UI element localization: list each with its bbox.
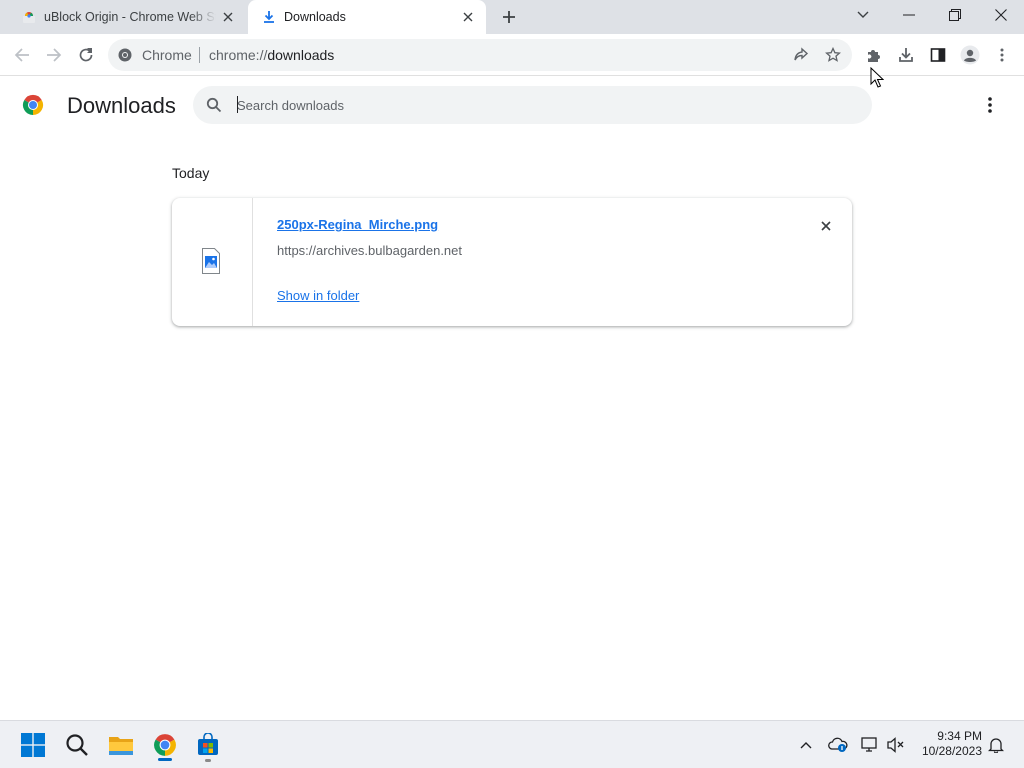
file-name-link[interactable]: 250px-Regina_Mirche.png	[277, 217, 438, 232]
more-actions-icon[interactable]	[980, 95, 1000, 115]
image-file-icon	[202, 248, 220, 274]
separator	[199, 47, 200, 63]
search-downloads-box[interactable]	[193, 86, 872, 124]
tab-search-chevron-down-icon[interactable]	[840, 0, 886, 30]
extensions-puzzle-icon[interactable]	[862, 43, 886, 67]
speaker-muted-icon[interactable]	[886, 735, 906, 755]
back-button[interactable]	[10, 43, 34, 67]
url-scheme: chrome://	[209, 47, 268, 63]
store-icon[interactable]	[192, 729, 224, 761]
share-icon[interactable]	[792, 46, 810, 64]
side-panel-icon[interactable]	[926, 43, 950, 67]
chrome-web-store-icon	[23, 12, 35, 23]
chrome-icon	[118, 48, 132, 62]
show-hidden-icons-chevron-up-icon[interactable]	[796, 735, 816, 755]
site-chip: Chrome	[142, 47, 192, 63]
tab-title: uBlock Origin - Chrome Web Store	[44, 10, 216, 24]
clock-time: 9:34 PM	[937, 729, 982, 743]
close-window-button[interactable]	[978, 0, 1024, 30]
search-icon	[206, 97, 222, 113]
date-section-heading: Today	[172, 165, 210, 181]
new-tab-button[interactable]	[499, 7, 519, 27]
minimize-button[interactable]	[886, 0, 932, 30]
clock-date: 10/28/2023	[921, 744, 982, 758]
tab-ublock-origin[interactable]: uBlock Origin - Chrome Web Store	[8, 0, 246, 34]
close-tab-icon[interactable]	[460, 9, 476, 25]
show-in-folder-link[interactable]: Show in folder	[277, 288, 359, 303]
tab-strip: uBlock Origin - Chrome Web Store Downloa…	[0, 0, 1024, 34]
page-title: Downloads	[67, 93, 176, 118]
windows-taskbar	[0, 720, 1024, 768]
tab-title: Downloads	[284, 10, 346, 24]
chrome-active-indicator	[158, 758, 172, 761]
close-tab-icon[interactable]	[220, 9, 236, 25]
start-icon[interactable]	[17, 729, 49, 761]
download-icon	[264, 11, 274, 23]
text-caret	[237, 96, 238, 113]
search-input[interactable]	[237, 95, 837, 115]
taskbar-search-icon[interactable]	[61, 729, 93, 761]
source-url: https://archives.bulbagarden.net	[277, 243, 463, 258]
download-item-card: 250px-Regina_Mirche.png https://archives…	[172, 198, 852, 326]
address-bar[interactable]: Chrome chrome://downloads	[108, 39, 852, 71]
restore-button[interactable]	[932, 0, 978, 30]
file-explorer-icon[interactable]	[105, 729, 137, 761]
file-icon-area	[172, 198, 253, 326]
forward-button[interactable]	[42, 43, 66, 67]
store-running-indicator	[205, 759, 211, 762]
url-text: chrome://downloads	[209, 47, 334, 63]
url-host: downloads	[267, 47, 335, 63]
chrome-taskbar-icon[interactable]	[149, 729, 181, 761]
onedrive-cloud-icon[interactable]	[828, 735, 848, 755]
reload-button[interactable]	[74, 43, 98, 67]
notifications-bell-icon[interactable]	[986, 735, 1006, 755]
tab-downloads[interactable]: Downloads	[248, 0, 486, 34]
chrome-menu-icon[interactable]	[990, 43, 1014, 67]
remove-download-close-icon[interactable]	[816, 216, 836, 236]
system-clock[interactable]: 9:34 PM 10/28/2023	[912, 729, 982, 759]
bookmark-star-icon[interactable]	[824, 46, 842, 64]
downloads-toolbar-icon[interactable]	[894, 43, 918, 67]
mouse-cursor-icon	[870, 67, 884, 88]
chrome-logo-icon	[22, 94, 44, 116]
network-monitor-icon[interactable]	[860, 735, 880, 755]
profile-avatar-icon[interactable]	[958, 43, 982, 67]
